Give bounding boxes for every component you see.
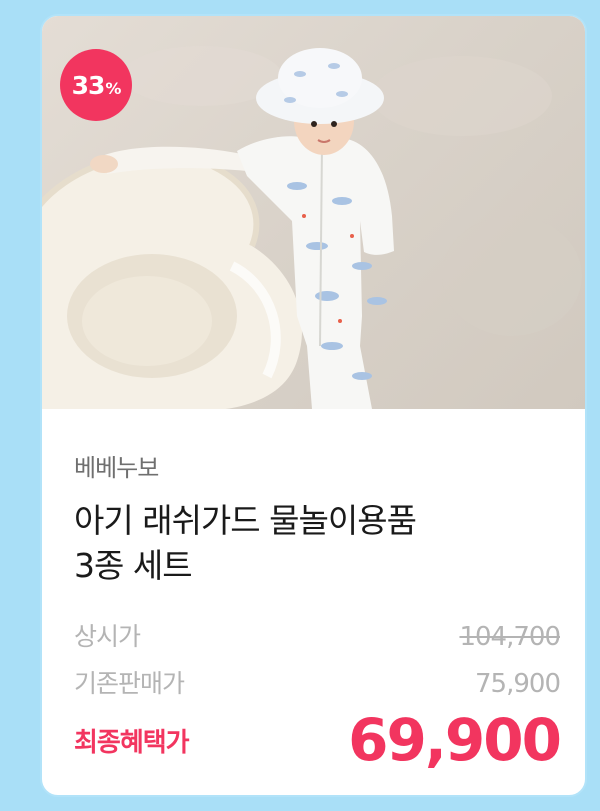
base-price-label: 기존판매가 xyxy=(74,669,185,698)
product-title-line2: 3종 세트 xyxy=(74,546,193,585)
base-price-row: 기존판매가 75,900 xyxy=(74,664,561,700)
final-price-label: 최종혜택가 xyxy=(74,727,190,758)
swim-ring xyxy=(42,151,302,409)
list-price-row: 상시가 104,700 xyxy=(74,617,561,653)
discount-badge: 33% xyxy=(60,49,132,121)
final-price-row: 최종혜택가 69,900 xyxy=(74,706,562,774)
brand-name[interactable]: 베베누보 xyxy=(74,448,159,483)
product-title[interactable]: 아기 래쉬가드 물놀이용품 3종 세트 xyxy=(74,498,544,588)
final-price-value: 69,900 xyxy=(348,706,562,774)
discount-unit: % xyxy=(105,78,121,98)
base-price-value: 75,900 xyxy=(475,669,561,699)
discount-number: 33 xyxy=(71,70,106,100)
product-title-line1: 아기 래쉬가드 물놀이용품 xyxy=(74,501,417,540)
list-price-label: 상시가 xyxy=(74,622,141,651)
list-price-value: 104,700 xyxy=(459,622,561,652)
product-image[interactable]: 33% xyxy=(42,16,585,409)
product-card[interactable]: 33% 베베누보 아기 래쉬가드 물놀이용품 3종 세트 상시가 104,700… xyxy=(40,14,587,797)
